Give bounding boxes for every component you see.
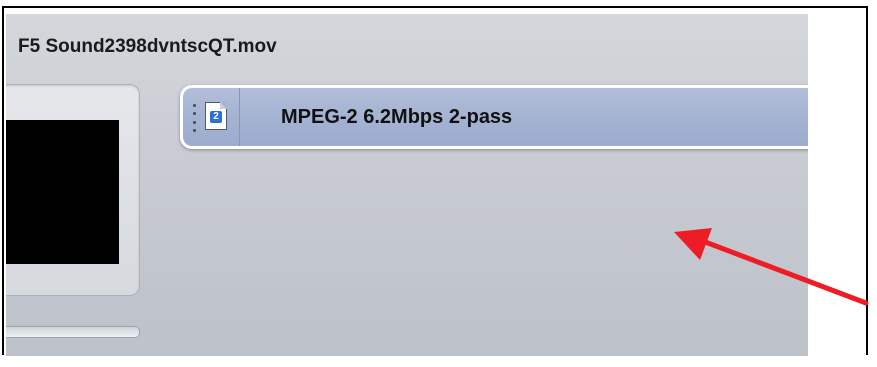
annotation-arrow-icon: [674, 228, 869, 306]
document-crop: F5 Sound2398dvntscQT.mov 2 MPEG-2 6.2Mbp…: [0, 0, 877, 367]
